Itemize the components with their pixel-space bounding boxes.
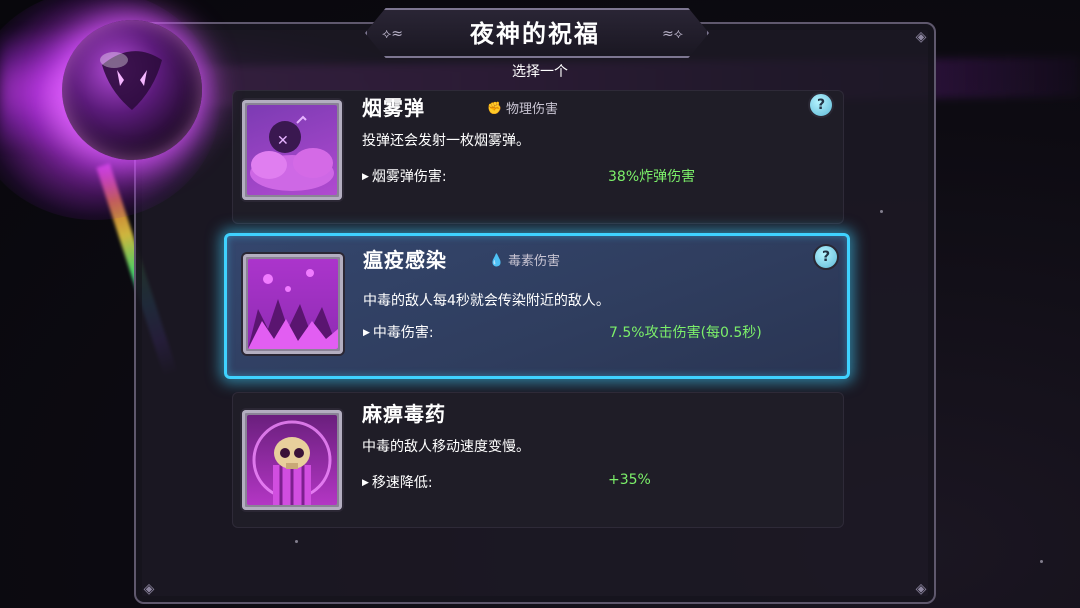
svg-text:✕: ✕	[277, 133, 289, 149]
skill-icon-frame	[243, 254, 343, 354]
card-title: 烟雾弹	[362, 96, 425, 120]
bullet-arrow-icon: ▶	[362, 478, 369, 488]
blessing-card-plague-infection[interactable]: 瘟疫感染 💧 毒素伤害 ? 中毒的敌人每4秒就会传染附近的敌人。 ▶ 中毒伤害: …	[224, 233, 850, 379]
stat-value: 7.5%攻击伤害(每0.5秒)	[609, 325, 762, 341]
stat-label-text: 烟雾弹伤害:	[371, 169, 447, 185]
star	[295, 540, 298, 543]
help-button[interactable]: ?	[808, 92, 834, 118]
stat-value: +35%	[608, 472, 651, 488]
help-button[interactable]: ?	[813, 244, 839, 270]
night-god-orb-icon	[62, 20, 202, 160]
stat-label-text: 移速降低:	[371, 475, 433, 491]
skull-poison-icon	[247, 415, 337, 505]
stat-label-text: 中毒伤害:	[372, 325, 434, 341]
poison-drop-icon: 💧	[489, 252, 504, 267]
bullet-arrow-icon: ▶	[362, 172, 369, 182]
page-subtitle: 选择一个	[512, 64, 568, 80]
stat-value: 38%炸弹伤害	[608, 169, 696, 185]
corner-ornament: ◈	[915, 581, 927, 597]
skill-icon-frame	[242, 410, 342, 510]
plague-icon	[248, 259, 338, 349]
stat-row-label: ▶ 烟雾弹伤害:	[362, 166, 447, 186]
damage-type-label: 物理伤害	[505, 102, 558, 117]
card-description: 投弹还会发射一枚烟雾弹。	[362, 133, 530, 149]
card-title: 瘟疫感染	[363, 248, 447, 272]
star	[1040, 560, 1043, 563]
star	[880, 210, 883, 213]
damage-type-tag: 💧 毒素伤害	[489, 250, 560, 270]
card-description: 中毒的敌人移动速度变慢。	[362, 439, 530, 455]
card-title: 麻痹毒药	[362, 402, 446, 426]
stat-row-label: ▶ 移速降低:	[362, 472, 433, 492]
bullet-arrow-icon: ▶	[363, 328, 370, 338]
smoke-bomb-icon: ✕	[247, 105, 337, 195]
stat-row-label: ▶ 中毒伤害:	[363, 322, 434, 342]
corner-ornament: ◈	[143, 581, 155, 597]
damage-type-label: 毒素伤害	[507, 254, 560, 269]
fist-icon: ✊	[487, 100, 502, 115]
blessing-card-smoke-bomb[interactable]: ✕ 烟雾弹 ✊ 物理伤害 ? 投弹还会发射一枚烟雾弹。 ▶ 烟雾弹伤害: 38%炸…	[232, 90, 844, 224]
corner-ornament: ◈	[915, 29, 927, 45]
game-screen: ◈ ◈ ◈ ◈ ⟡≈ ≈⟡ 夜神的祝福 选择一个 ✕	[0, 0, 1080, 608]
damage-type-tag: ✊ 物理伤害	[487, 98, 558, 118]
page-title: 夜神的祝福	[470, 20, 600, 48]
card-description: 中毒的敌人每4秒就会传染附近的敌人。	[363, 293, 610, 309]
skill-icon-frame: ✕	[242, 100, 342, 200]
blessing-card-paralysis-poison[interactable]: 麻痹毒药 中毒的敌人移动速度变慢。 ▶ 移速降低: +35%	[232, 392, 844, 528]
